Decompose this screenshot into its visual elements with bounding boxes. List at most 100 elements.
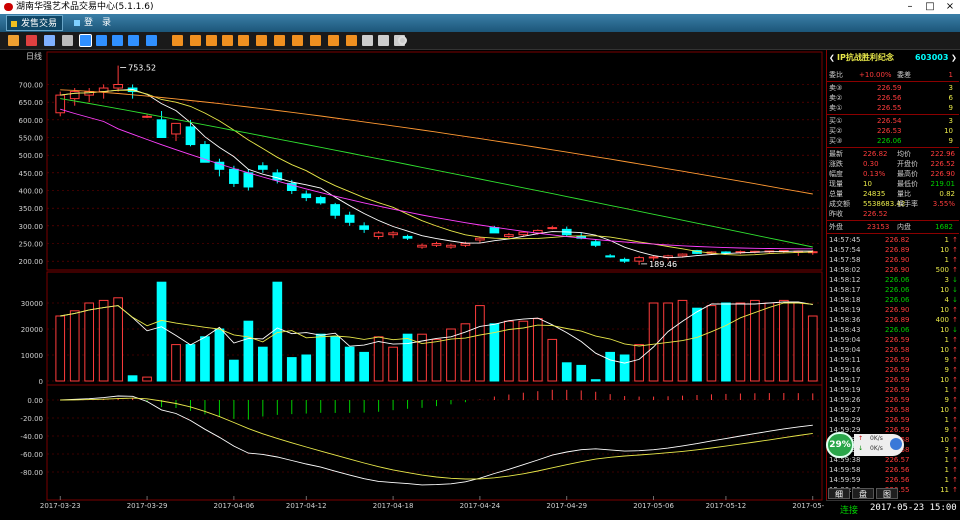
- period-9-icon[interactable]: [310, 35, 321, 46]
- panel-divider: [827, 114, 959, 115]
- arrow-down-icon: ↓: [952, 296, 958, 304]
- tick-price: 226.59: [885, 376, 910, 384]
- macd-tick-label: -80.00: [20, 469, 43, 477]
- arrow-up-icon: ↑: [952, 306, 958, 314]
- price-tick-label: 700.00: [19, 82, 44, 90]
- chart-x-icon[interactable]: [146, 35, 157, 46]
- line-chart-icon[interactable]: [26, 35, 37, 46]
- period-10-icon[interactable]: [328, 35, 339, 46]
- maximize-button[interactable]: □: [920, 0, 940, 14]
- date-label: 2017-04-18: [373, 502, 414, 510]
- chart-c-icon[interactable]: [112, 35, 123, 46]
- tick-row: 14:58:18 226.06 4: [827, 295, 959, 305]
- chart-area[interactable]: 700.00 650.00 600.00 550.00 500.00 450.00 400.…: [0, 50, 834, 516]
- candle-body: [605, 255, 616, 258]
- high-price-label: 753.52: [128, 64, 156, 73]
- compare-icon[interactable]: [44, 35, 55, 46]
- volume-bar: [561, 362, 572, 382]
- stat-label-2: 最高价: [897, 170, 918, 178]
- tab-chart[interactable]: 图: [876, 488, 898, 499]
- tab-book[interactable]: 盘: [852, 488, 874, 499]
- waipan-label: 外盘: [829, 223, 843, 231]
- minimize-button[interactable]: –: [900, 0, 920, 14]
- zoom-in-icon[interactable]: [362, 35, 373, 46]
- calculator-icon[interactable]: [62, 35, 73, 46]
- tick-volume: 9: [944, 366, 949, 374]
- tick-volume: 10: [940, 376, 949, 384]
- period-1-icon[interactable]: [172, 35, 183, 46]
- zoom-out-icon[interactable]: [378, 35, 389, 46]
- tick-time: 14:59:17: [829, 376, 861, 384]
- price-tick-label: 400.00: [19, 188, 44, 196]
- tick-time: 14:59:59: [829, 476, 861, 484]
- volume-bar: [778, 299, 789, 382]
- period-6-icon[interactable]: [256, 35, 267, 46]
- period-7-icon[interactable]: [274, 35, 285, 46]
- candle-body: [185, 126, 196, 146]
- security-code: 603003: [915, 53, 949, 62]
- tab-login[interactable]: 登 录: [70, 15, 116, 31]
- period-4-icon[interactable]: [222, 35, 233, 46]
- date-label: 2017-05-12: [706, 502, 747, 510]
- period-11-icon[interactable]: [346, 35, 357, 46]
- stat-value: 10: [863, 180, 872, 188]
- stat-value-2: 0.82: [939, 190, 955, 198]
- price-tick-label: 250.00: [19, 241, 44, 249]
- volume-bar: [55, 315, 66, 382]
- tick-row: 14:59:29 226.59 1: [827, 415, 959, 425]
- bid-volume: 3: [948, 117, 953, 125]
- tick-price: 226.90: [885, 266, 910, 274]
- bar-chart-icon[interactable]: [8, 35, 19, 46]
- volume-bar: [69, 310, 80, 382]
- macd-tick-label: -20.00: [20, 415, 43, 423]
- tick-volume: 3: [944, 276, 949, 284]
- arrow-up-icon: ↑: [952, 316, 958, 324]
- candle-body: [359, 225, 369, 230]
- kline-chart[interactable]: 700.00 650.00 600.00 550.00 500.00 450.00 400.…: [0, 50, 834, 516]
- tab-detail[interactable]: 细: [828, 488, 850, 499]
- period-8-icon[interactable]: [292, 35, 303, 46]
- candle-body: [402, 235, 413, 239]
- period-5-icon[interactable]: [238, 35, 249, 46]
- volume-bar: [142, 376, 152, 382]
- period-label: 日线: [26, 51, 42, 61]
- tick-price: 226.89: [885, 316, 910, 324]
- tick-price: 226.82: [885, 236, 910, 244]
- volume-bar: [84, 302, 95, 382]
- volume-bar: [373, 336, 384, 382]
- tab-trading[interactable]: 发售交易: [6, 15, 64, 31]
- tick-volume: 400: [935, 316, 949, 324]
- period-2-icon[interactable]: [190, 35, 201, 46]
- volume-tick-label: 30000: [21, 300, 43, 308]
- ask-volume: 3: [948, 84, 953, 92]
- chart-d-icon[interactable]: [128, 35, 139, 46]
- close-button[interactable]: ×: [940, 0, 960, 14]
- chevron-left-icon[interactable]: ❮: [829, 52, 835, 64]
- stat-value: 24835: [863, 190, 886, 198]
- chart-a-icon[interactable]: [79, 34, 92, 47]
- settings-icon[interactable]: [398, 36, 407, 45]
- tick-price: 226.59: [885, 366, 910, 374]
- candle-body: [547, 227, 558, 230]
- tick-time: 14:59:04: [829, 336, 861, 344]
- tick-row: 14:58:17 226.06 10: [827, 285, 959, 295]
- tick-volume: 9: [944, 396, 949, 404]
- arrow-up-icon: ↑: [952, 336, 958, 344]
- period-3-icon[interactable]: [206, 35, 217, 46]
- stat-row: 涨跌 0.30 开盘价 226.52: [827, 159, 959, 169]
- tab-login-label: 登 录: [84, 18, 112, 28]
- volume-bar: [257, 346, 268, 382]
- candle-body: [330, 204, 341, 216]
- arrow-up-icon: ↑: [952, 366, 958, 374]
- macd-frame: [46, 384, 823, 501]
- arrow-up-icon: ↑: [952, 406, 958, 414]
- title-bar: 湖南华强艺术品交易中心(5.1.1.6) – □ ×: [0, 0, 960, 14]
- speed-widget[interactable]: 29% ↑ 0K/s ↓ 0K/s: [826, 432, 904, 458]
- tick-volume: 10: [940, 406, 949, 414]
- chart-b-icon[interactable]: [96, 35, 107, 46]
- tick-time: 14:59:04: [829, 346, 861, 354]
- chevron-right-icon[interactable]: ❯: [951, 52, 957, 64]
- date-label: 2017-03-23: [40, 502, 81, 510]
- tick-row: 14:59:16 226.59 9: [827, 365, 959, 375]
- candle-body: [677, 253, 688, 257]
